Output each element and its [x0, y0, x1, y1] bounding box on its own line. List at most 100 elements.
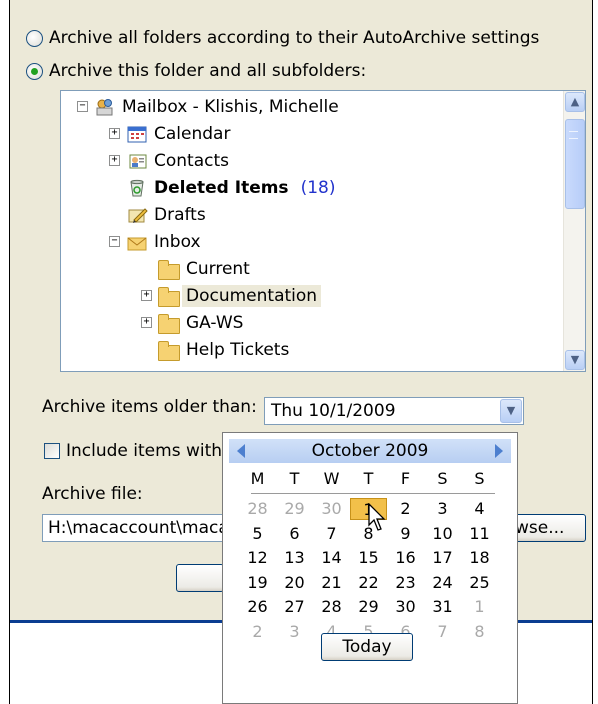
- tree-item-mailbox[interactable]: − Mailbox - Klishis, Michelle: [77, 93, 339, 120]
- older-than-row: Archive items older than:: [42, 397, 257, 417]
- expand-icon[interactable]: +: [141, 290, 152, 301]
- older-than-value: Thu 10/1/2009: [271, 401, 396, 421]
- calendar-day[interactable]: 8: [461, 621, 498, 643]
- calendar-day[interactable]: 21: [313, 572, 350, 594]
- folder-icon: [158, 286, 180, 307]
- include-items-checkbox[interactable]: [44, 443, 60, 459]
- grip-icon: [569, 131, 578, 139]
- calendar-day[interactable]: 20: [276, 572, 313, 594]
- calendar-day[interactable]: 13: [276, 547, 313, 569]
- tree-label: Contacts: [154, 150, 229, 171]
- weekday-label: S: [474, 469, 485, 488]
- today-button[interactable]: Today: [321, 633, 413, 661]
- contacts-icon: [126, 152, 148, 170]
- folder-tree[interactable]: − Mailbox - Klishis, Michelle + Calendar…: [60, 90, 586, 372]
- tree-item-help-tickets[interactable]: Help Tickets: [141, 336, 289, 363]
- calendar-day[interactable]: 30: [313, 498, 350, 520]
- older-than-date-combo[interactable]: Thu 10/1/2009 ▼: [264, 397, 524, 425]
- option-archive-all[interactable]: Archive all folders according to their A…: [26, 26, 539, 50]
- collapse-icon[interactable]: −: [109, 236, 120, 247]
- calendar-day[interactable]: 10: [424, 523, 461, 545]
- trash-icon: [126, 179, 148, 197]
- calendar-day[interactable]: 15: [350, 547, 387, 569]
- calendar-day[interactable]: 3: [424, 498, 461, 520]
- weekday-label: F: [400, 469, 411, 488]
- include-items-row[interactable]: Include items with: [44, 441, 222, 461]
- calendar-day[interactable]: 5: [239, 523, 276, 545]
- weekday-label: M: [250, 469, 265, 488]
- calendar-day[interactable]: 26: [239, 596, 276, 618]
- calendar-day[interactable]: 7: [424, 621, 461, 643]
- calendar-day[interactable]: 14: [313, 547, 350, 569]
- calendar-header: October 2009: [229, 439, 511, 463]
- calendar-day[interactable]: 27: [276, 596, 313, 618]
- collapse-icon[interactable]: −: [77, 101, 88, 112]
- calendar-day[interactable]: 23: [387, 572, 424, 594]
- expand-icon[interactable]: +: [141, 317, 152, 328]
- calendar-day[interactable]: 28: [313, 596, 350, 618]
- calendar-day[interactable]: 7: [313, 523, 350, 545]
- calendar-day[interactable]: 28: [239, 498, 276, 520]
- calendar-day[interactable]: 16: [387, 547, 424, 569]
- ok-button[interactable]: [176, 564, 224, 592]
- tree-label: GA-WS: [186, 312, 244, 333]
- calendar-day[interactable]: 11: [461, 523, 498, 545]
- tree-label: Deleted Items: [154, 177, 289, 198]
- tree-item-gaws[interactable]: + GA-WS: [141, 309, 243, 336]
- tree-scrollbar[interactable]: ▲ ▼: [563, 91, 585, 371]
- calendar-day[interactable]: 4: [461, 498, 498, 520]
- tree-item-deleted[interactable]: Deleted Items (18): [109, 174, 335, 201]
- calendar-day[interactable]: 29: [350, 596, 387, 618]
- calendar-day[interactable]: 31: [424, 596, 461, 618]
- weekday-label: T: [289, 469, 300, 488]
- folder-icon: [158, 340, 180, 361]
- folder-icon: [158, 313, 180, 334]
- calendar-day[interactable]: 6: [276, 523, 313, 545]
- calendar-weekday-row: MTWTFSS: [239, 469, 509, 491]
- tree-item-calendar[interactable]: + Calendar: [109, 120, 230, 147]
- calendar-week-row: 19 20 21 22 23 24 25: [239, 571, 509, 596]
- expand-icon[interactable]: +: [109, 155, 120, 166]
- browse-label: wse...: [515, 518, 565, 538]
- calendar-day[interactable]: 25: [461, 572, 498, 594]
- calendar-day[interactable]: 30: [387, 596, 424, 618]
- calendar-icon: [126, 125, 148, 143]
- tree-item-contacts[interactable]: + Contacts: [109, 147, 229, 174]
- calendar-day[interactable]: 17: [424, 547, 461, 569]
- dropdown-chevron-icon[interactable]: ▼: [500, 399, 522, 423]
- calendar-day[interactable]: 29: [276, 498, 313, 520]
- tree-item-drafts[interactable]: Drafts: [109, 201, 206, 228]
- date-picker-calendar[interactable]: October 2009 MTWTFSS 2829301234567891011…: [222, 432, 518, 704]
- archive-file-input[interactable]: H:\macaccount\maca: [42, 514, 232, 542]
- calendar-day[interactable]: 2: [239, 621, 276, 643]
- option-archive-this[interactable]: Archive this folder and all subfolders:: [26, 59, 366, 83]
- tree-item-current[interactable]: Current: [141, 255, 250, 282]
- calendar-day[interactable]: 9: [387, 523, 424, 545]
- weekday-label: W: [323, 469, 340, 488]
- scroll-down-icon[interactable]: ▼: [565, 350, 585, 370]
- archive-all-label: Archive all folders according to their A…: [49, 28, 540, 48]
- expand-icon[interactable]: +: [109, 128, 120, 139]
- archive-all-radio[interactable]: [26, 29, 43, 47]
- calendar-day[interactable]: 12: [239, 547, 276, 569]
- weekday-label: S: [437, 469, 448, 488]
- next-month-icon[interactable]: [495, 444, 503, 458]
- calendar-day[interactable]: 19: [239, 572, 276, 594]
- calendar-day[interactable]: 22: [350, 572, 387, 594]
- tree-item-documentation[interactable]: + Documentation: [141, 282, 322, 309]
- drafts-icon: [126, 206, 148, 224]
- archive-file-label: Archive file:: [42, 484, 143, 504]
- calendar-day[interactable]: 18: [461, 547, 498, 569]
- unread-count: (18): [300, 177, 336, 198]
- archive-this-radio[interactable]: [26, 62, 43, 80]
- archive-file-value: H:\macaccount\maca: [48, 518, 229, 538]
- calendar-day[interactable]: 2: [387, 498, 424, 520]
- tree-label: Help Tickets: [186, 339, 290, 360]
- calendar-day[interactable]: 1: [461, 596, 498, 618]
- calendar-day[interactable]: 24: [424, 572, 461, 594]
- tree-item-inbox[interactable]: − Inbox: [109, 228, 201, 255]
- scroll-up-icon[interactable]: ▲: [565, 92, 585, 112]
- calendar-month-label: October 2009: [311, 441, 429, 461]
- prev-month-icon[interactable]: [237, 444, 245, 458]
- calendar-day[interactable]: 3: [276, 621, 313, 643]
